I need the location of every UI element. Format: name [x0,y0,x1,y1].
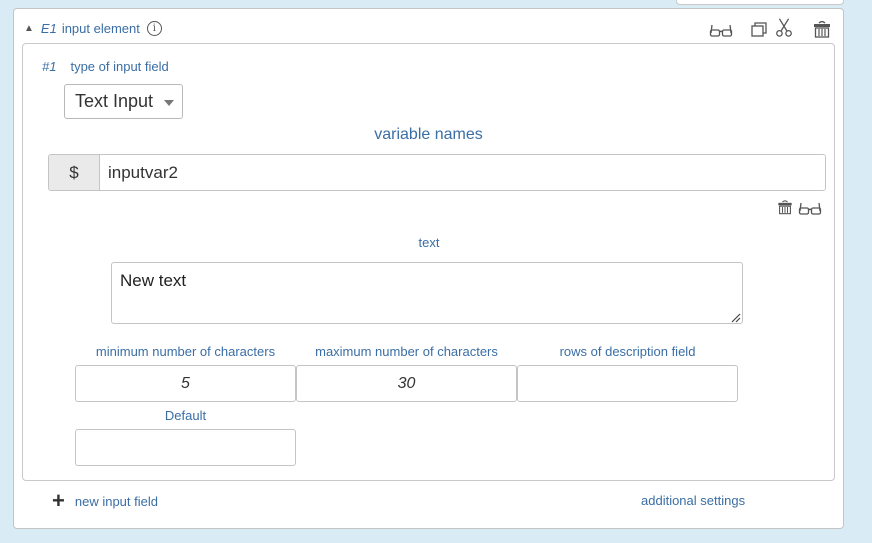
resize-grip-icon[interactable] [729,310,741,323]
info-icon[interactable]: i [146,20,162,36]
element-id: E1 [40,20,57,36]
default-label: Default [164,408,207,423]
field-number: #1 [42,59,57,74]
text-input[interactable]: New text [111,262,743,324]
text-label: text [418,235,440,250]
plus-icon: + [52,488,65,513]
trash-icon[interactable] [810,19,834,39]
min-characters-input[interactable] [75,365,296,402]
previous-card-edge [676,0,844,5]
trash-icon[interactable] [775,197,795,217]
field-type-value: Text Input [75,91,154,111]
new-input-field-button[interactable]: + new input field [52,490,158,512]
glasses-icon[interactable] [709,19,733,39]
copy-icon[interactable] [748,19,772,39]
default-input[interactable] [75,429,296,466]
scissors-icon[interactable] [772,17,796,37]
input-element-card: ▲ E1 input element i #1 type of input fi… [13,8,844,529]
min-characters-label: minimum number of characters [95,344,276,359]
chevron-down-icon [164,100,174,106]
glasses-icon[interactable] [797,197,823,217]
max-characters-input[interactable] [296,365,517,402]
description-rows-label: rows of description field [559,344,696,359]
description-rows-input[interactable] [517,365,738,402]
max-characters-label: maximum number of characters [315,344,498,359]
input-field-card: #1 type of input field Text Input variab… [22,43,835,481]
new-input-field-label: new input field [74,493,158,509]
field-type-select[interactable]: Text Input [64,84,183,119]
element-header[interactable]: ▲ E1 input element i [24,18,162,38]
variable-tools [775,197,825,217]
variable-name-input[interactable] [100,155,825,190]
additional-settings-link[interactable]: additional settings [641,493,745,508]
variable-prefix: $ [49,155,100,190]
element-title: input element [61,20,140,36]
collapse-caret-icon[interactable]: ▲ [24,23,34,34]
field-type-label: type of input field [70,59,169,74]
field-header: #1 type of input field [42,59,169,74]
variable-names-label: variable names [374,126,483,143]
variable-name-group: $ [48,154,826,191]
